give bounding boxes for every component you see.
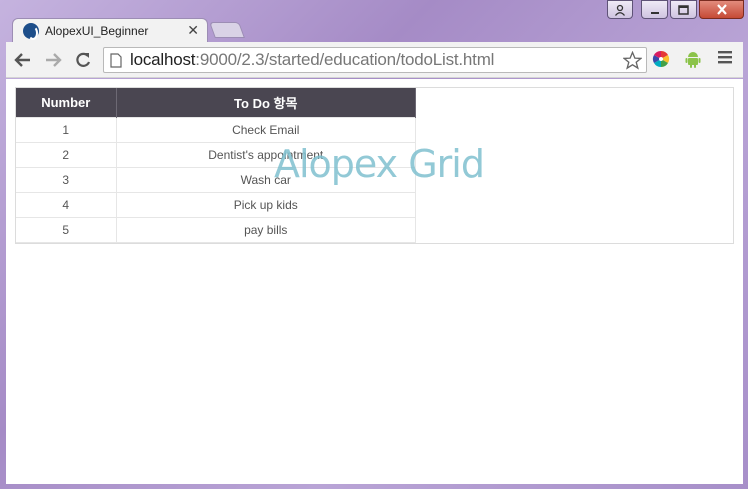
star-icon	[622, 50, 643, 70]
reload-button[interactable]	[70, 47, 96, 73]
table-row[interactable]: 4 Pick up kids	[16, 191, 416, 218]
cell-number[interactable]: 3	[16, 166, 117, 193]
user-button[interactable]	[607, 0, 633, 19]
reload-icon	[76, 52, 91, 67]
tab-strip: AlopexUI_Beginner ✕	[12, 18, 748, 43]
cell-number[interactable]: 1	[16, 116, 117, 143]
table-row[interactable]: 5 pay bills	[16, 216, 416, 243]
cell-todo[interactable]: pay bills	[116, 216, 416, 243]
menu-button[interactable]	[718, 50, 732, 69]
column-header-todo[interactable]: To Do 항목	[116, 88, 416, 117]
forward-button[interactable]	[40, 47, 66, 73]
url-host: localhost	[130, 50, 196, 69]
favicon-icon	[23, 23, 39, 40]
column-header-number[interactable]: Number	[16, 88, 117, 117]
cell-todo[interactable]: Pick up kids	[116, 191, 416, 218]
cell-number[interactable]: 2	[16, 141, 117, 168]
cell-number[interactable]: 5	[16, 216, 117, 243]
menu-icon	[718, 51, 732, 64]
tab-alopexui-beginner[interactable]: AlopexUI_Beginner ✕	[12, 18, 208, 43]
address-bar[interactable]: localhost:9000/2.3/started/education/tod…	[103, 47, 647, 73]
window-controls	[607, 0, 744, 19]
page-icon	[110, 52, 122, 68]
minimize-button[interactable]	[641, 0, 668, 19]
maximize-button[interactable]	[670, 0, 697, 19]
minimize-icon	[650, 11, 659, 14]
tab-close-button[interactable]: ✕	[187, 23, 199, 37]
todo-table: Number To Do 항목 1 Check Email 2 Dentist's …	[16, 88, 416, 243]
maximize-icon	[678, 4, 689, 15]
browser-window: AlopexUI_Beginner ✕ localhost:9000/2.3/s…	[0, 0, 748, 489]
new-tab-button[interactable]	[209, 22, 245, 38]
url-text: localhost:9000/2.3/started/education/tod…	[130, 50, 494, 70]
back-arrow-icon	[14, 52, 30, 67]
color-wheel-icon	[652, 50, 670, 68]
tab-title: AlopexUI_Beginner	[45, 24, 149, 38]
cell-todo[interactable]: Dentist's appointment	[116, 141, 416, 168]
close-icon	[716, 4, 727, 15]
bookmark-star-button[interactable]	[622, 50, 643, 75]
cell-todo[interactable]: Wash car	[116, 166, 416, 193]
table-header-row: Number To Do 항목	[16, 88, 416, 117]
user-icon	[614, 4, 626, 16]
android-icon	[685, 52, 701, 68]
alopex-grid: Number To Do 항목 1 Check Email 2 Dentist's …	[15, 87, 734, 244]
close-window-button[interactable]	[699, 0, 744, 19]
table-row[interactable]: 2 Dentist's appointment	[16, 141, 416, 168]
color-extension-button[interactable]	[652, 50, 670, 73]
cell-number[interactable]: 4	[16, 191, 117, 218]
back-button[interactable]	[10, 47, 36, 73]
cell-todo[interactable]: Check Email	[116, 116, 416, 143]
table-row[interactable]: 1 Check Email	[16, 116, 416, 143]
browser-toolbar: localhost:9000/2.3/started/education/tod…	[6, 42, 743, 78]
forward-arrow-icon	[46, 52, 62, 67]
android-extension-button[interactable]	[685, 50, 701, 73]
url-path: :9000/2.3/started/education/todoList.htm…	[195, 50, 495, 69]
page-content: Number To Do 항목 1 Check Email 2 Dentist's …	[6, 79, 743, 484]
table-row[interactable]: 3 Wash car	[16, 166, 416, 193]
